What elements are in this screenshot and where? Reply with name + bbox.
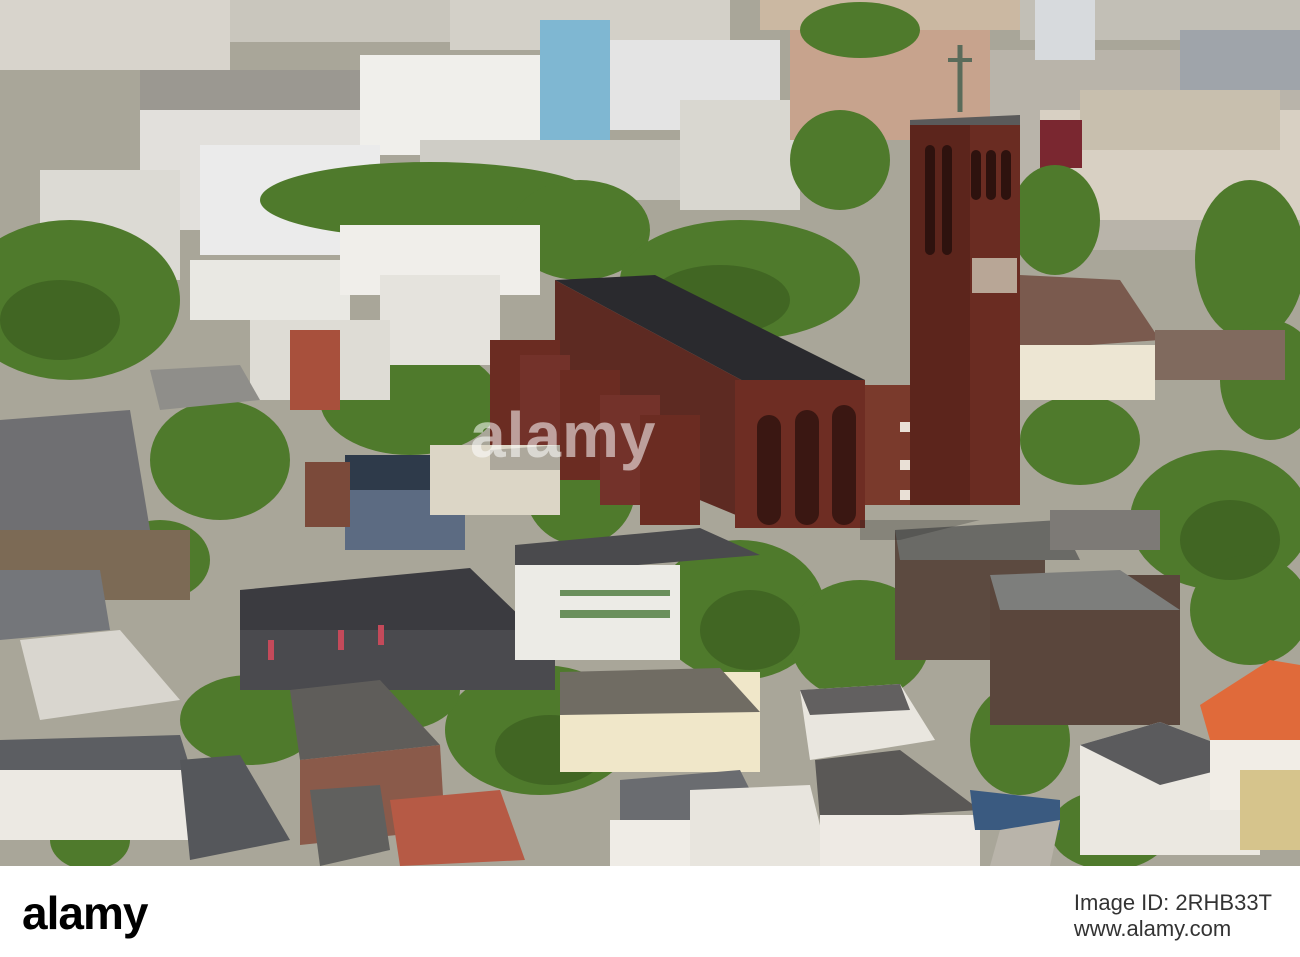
image-id-label: Image ID: 2RHB33T (1073, 890, 1272, 915)
aerial-photo: alamy (0, 0, 1300, 866)
site-url: www.alamy.com (1073, 916, 1232, 941)
footer-bar: alamy Image ID: 2RHB33T www.alamy.com (0, 866, 1300, 957)
brand-logo: alamy (22, 887, 148, 939)
aerial-city-illustration (0, 0, 1300, 866)
image-id: Image ID: 2RHB33T www.alamy.com (1074, 890, 1272, 942)
